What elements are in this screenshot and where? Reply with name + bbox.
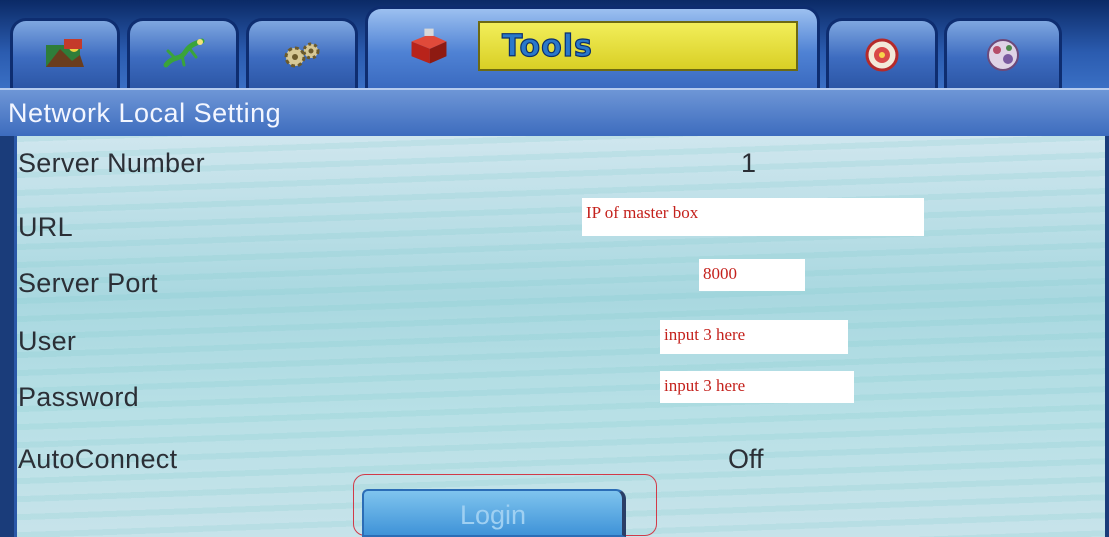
url-annotation: IP of master box (582, 198, 924, 236)
disc-icon (859, 35, 905, 75)
tab-3[interactable] (246, 18, 358, 88)
tab-2[interactable] (127, 18, 239, 88)
user-label: User (18, 325, 77, 356)
sphere-icon (980, 35, 1026, 75)
section-header: Network Local Setting (0, 88, 1109, 136)
tab-5[interactable] (826, 18, 938, 88)
tab-bar: Tools (0, 0, 1109, 88)
password-label: Password (18, 381, 139, 412)
tab-6[interactable] (944, 18, 1062, 88)
row-user[interactable]: User (18, 316, 1078, 366)
server-number-value: 1 (741, 147, 757, 178)
row-server-number[interactable]: Server Number 1 (18, 138, 1078, 188)
dvr-screen: Tools Network Local Setting Server Numbe… (0, 0, 1109, 537)
autoconnect-label: AutoConnect (18, 443, 178, 474)
url-label: URL (18, 211, 73, 242)
password-annotation: input 3 here (660, 371, 854, 403)
server-port-label: Server Port (18, 267, 158, 298)
tab-tools-label: Tools (478, 21, 798, 71)
row-server-port[interactable]: Server Port (18, 258, 1078, 308)
user-annotation: input 3 here (660, 320, 848, 354)
server-number-label: Server Number (18, 147, 205, 178)
autoconnect-value: Off (728, 443, 764, 474)
gears-icon (279, 35, 325, 75)
server-port-annotation: 8000 (699, 259, 805, 291)
login-button[interactable]: Login (362, 489, 626, 537)
row-password[interactable]: Password (18, 372, 1078, 422)
lizard-icon (160, 35, 206, 75)
terrain-icon (42, 35, 88, 75)
toolbox-icon (406, 27, 452, 67)
tab-tools[interactable]: Tools (365, 6, 820, 88)
tab-1[interactable] (10, 18, 120, 88)
